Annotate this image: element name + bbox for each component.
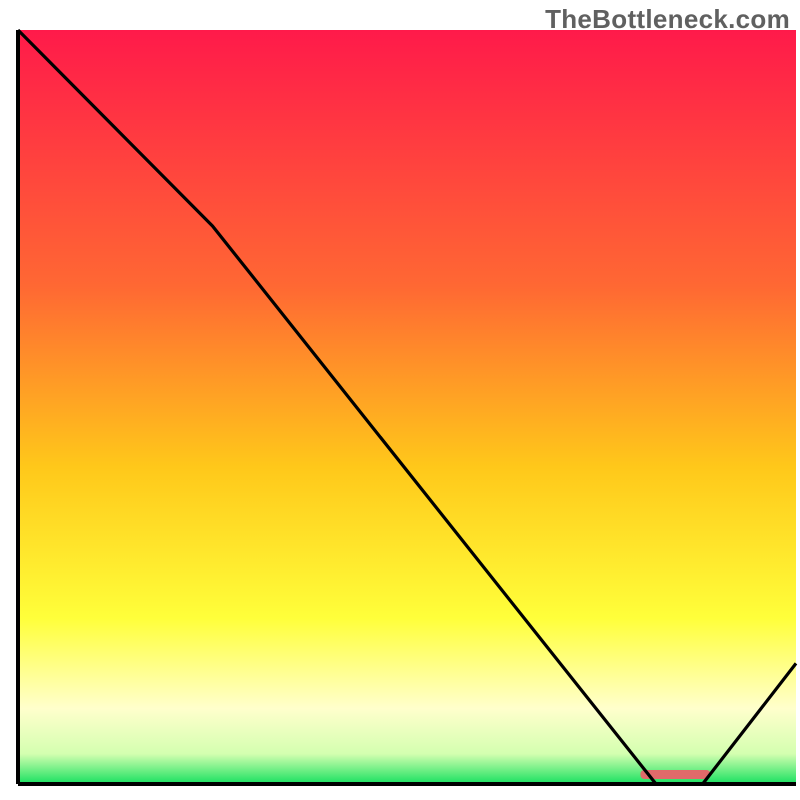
gradient-background — [18, 30, 796, 784]
watermark-text: TheBottleneck.com — [545, 4, 790, 35]
chart-svg — [0, 0, 800, 800]
plot-area — [18, 30, 796, 784]
bottleneck-chart: TheBottleneck.com — [0, 0, 800, 800]
